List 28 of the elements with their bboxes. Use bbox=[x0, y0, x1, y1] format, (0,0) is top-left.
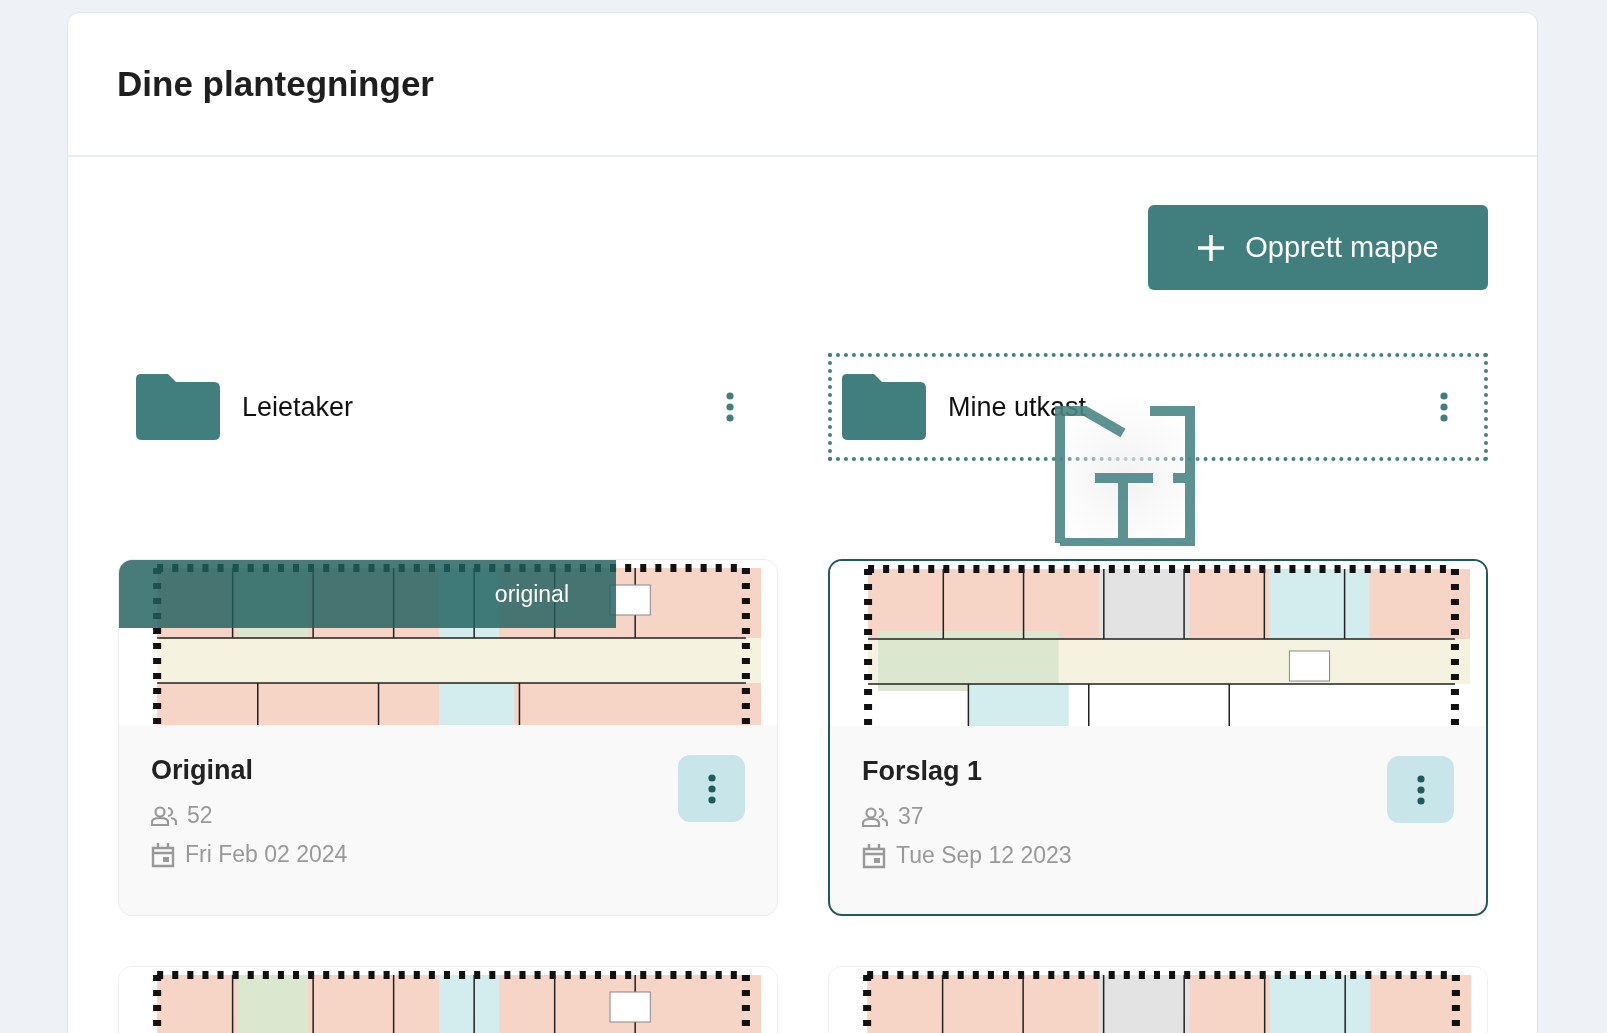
plan-date: Fri Feb 02 2024 bbox=[185, 841, 348, 868]
folder-icon bbox=[842, 374, 926, 440]
people-icon bbox=[151, 805, 177, 826]
more-icon[interactable] bbox=[726, 392, 734, 422]
more-button[interactable] bbox=[1387, 756, 1454, 823]
calendar-icon bbox=[151, 841, 175, 868]
more-button[interactable] bbox=[678, 755, 745, 822]
create-folder-button[interactable]: Opprett mappe bbox=[1148, 205, 1488, 290]
more-icon[interactable] bbox=[1440, 392, 1448, 422]
more-icon bbox=[1416, 774, 1425, 805]
people-count: 52 bbox=[187, 802, 213, 829]
calendar-icon bbox=[862, 842, 886, 869]
page-title: Dine plantegninger bbox=[117, 64, 434, 104]
plan-date: Tue Sep 12 2023 bbox=[896, 842, 1072, 869]
people-icon bbox=[862, 806, 888, 827]
folder-tile[interactable]: Mine utkast bbox=[828, 353, 1488, 461]
plus-icon bbox=[1197, 233, 1226, 262]
plan-name: Forslag 1 bbox=[862, 756, 984, 787]
folder-name: Leietaker bbox=[242, 391, 355, 423]
folder-name: Mine utkast bbox=[948, 391, 1088, 423]
plan-name: Original bbox=[151, 755, 254, 786]
folder-tile[interactable]: Leietaker bbox=[118, 353, 778, 461]
drag-label: original bbox=[494, 580, 569, 608]
folder-icon bbox=[136, 374, 220, 440]
people-count: 37 bbox=[898, 803, 924, 830]
plan-card[interactable]: original Original 52 Fri Feb 02 2024 bbox=[118, 559, 778, 916]
plan-card[interactable]: Forslag 1 37 Tue Sep 12 2023 bbox=[828, 559, 1488, 916]
more-icon bbox=[707, 773, 716, 804]
